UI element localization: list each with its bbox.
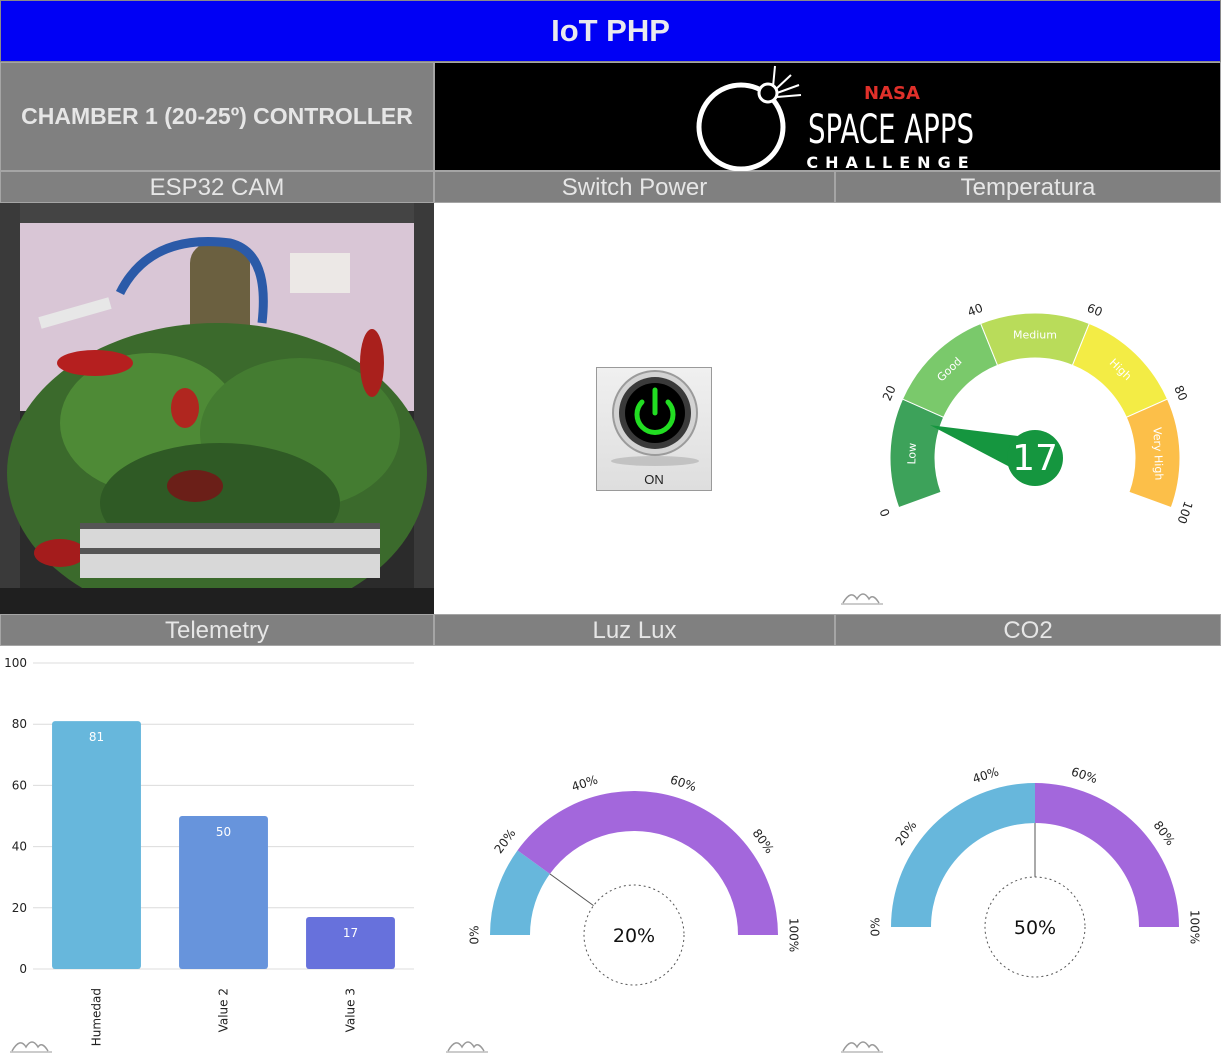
gauge-tick-label: 40 <box>966 301 985 320</box>
x-category-label: Value 2 <box>217 988 231 1032</box>
temperature-panel-header: Temperatura <box>835 171 1221 203</box>
bar-value-label: 17 <box>343 926 358 940</box>
y-tick-label: 0 <box>19 962 27 976</box>
gauge-value-label: 20% <box>613 925 655 947</box>
chart-credits-icon <box>842 1041 880 1052</box>
bar-value-label: 81 <box>89 730 104 744</box>
telemetry-panel: 0 20 40 60 80 100 81 Humedad 50 Value 2 17 Value 3 <box>0 646 434 1054</box>
bar-value-3 <box>306 916 395 969</box>
gauge-tick-label: 80 <box>1171 383 1190 403</box>
power-state-label: ON <box>644 472 664 487</box>
nasa-text: NASA <box>864 83 920 104</box>
gauge-remaining-arc <box>1035 783 1179 927</box>
lux-panel-header: Luz Lux <box>434 614 835 646</box>
y-tick-label: 60 <box>12 778 27 792</box>
gauge-tick-label: 100 <box>1174 499 1195 525</box>
gauge-tick-label: 40% <box>570 773 600 795</box>
gauge-tick-label: 60% <box>668 773 698 795</box>
space-apps-text: SPACE APPS <box>808 107 974 153</box>
gauge-tick-label: 80% <box>1151 818 1178 848</box>
lux-gauge: 0% 20% 40% 60% 80% 100% 20% <box>446 773 801 1053</box>
y-tick-label: 80 <box>12 717 27 731</box>
gauge-band-label: Medium <box>1013 329 1057 342</box>
plant-chamber-image <box>0 203 434 614</box>
gauge-filled-arc <box>891 783 1035 927</box>
gauge-tick-label: 100% <box>787 918 801 952</box>
gauge-tick-label: 60 <box>1085 301 1104 320</box>
logo-graphic: NASA SPACE APPS CHALLENGE <box>696 65 975 172</box>
gauge-tick-label: 0% <box>468 925 482 944</box>
app-title: IoT PHP <box>0 0 1221 62</box>
gauge-band-label: Low <box>905 443 919 465</box>
switch-panel-header: Switch Power <box>434 171 835 203</box>
nasa-space-apps-logo: NASA SPACE APPS CHALLENGE <box>434 62 1221 172</box>
controller-label: CHAMBER 1 (20-25º) CONTROLLER <box>0 62 434 171</box>
x-category-label: Value 3 <box>344 988 358 1032</box>
gauge-tick-label: 20% <box>892 818 919 848</box>
gauge-tick-label: 100% <box>1188 910 1202 944</box>
y-tick-label: 100 <box>4 656 27 670</box>
gauge-tick-label: 0 <box>877 507 893 519</box>
cam-panel-header: ESP32 CAM <box>0 171 434 203</box>
gauge-tick-label: 20 <box>880 383 899 403</box>
telemetry-bar-chart: 0 20 40 60 80 100 81 Humedad 50 Value 2 17 Value 3 <box>4 656 414 1053</box>
gauge-tick-label: 0% <box>869 917 883 936</box>
x-category-label: Humedad <box>90 988 104 1046</box>
chart-credits-icon <box>447 1041 485 1052</box>
gauge-band-label: Very High <box>1150 427 1165 481</box>
bar-value-label: 50 <box>216 825 231 839</box>
telemetry-panel-header: Telemetry <box>0 614 434 646</box>
power-toggle-button[interactable]: ON <box>596 367 712 491</box>
temperature-gauge: LowGoodMediumHighVery High02040 608010017 <box>841 301 1195 605</box>
gauge-tick-label: 80% <box>750 826 777 856</box>
y-tick-label: 40 <box>12 840 27 854</box>
co2-panel-header: CO2 <box>835 614 1221 646</box>
y-tick-label: 20 <box>12 901 27 915</box>
lux-panel: 0% 20% 40% 60% 80% 100% 20% <box>434 646 835 1054</box>
temperature-panel: Low Good Medium High Very High 0 20 40 60 80 100 17 <box>835 203 1221 614</box>
challenge-text: CHALLENGE <box>806 153 975 172</box>
gauge-value-label: 17 <box>1012 438 1058 479</box>
gauge-tick-label: 20% <box>491 826 518 856</box>
chart-credits-icon <box>842 593 880 604</box>
bar-humedad <box>52 721 141 969</box>
co2-gauge: 0% 20% 40% 60% 80% 100% 50% <box>841 765 1202 1053</box>
gauge-remaining-arc <box>517 791 778 935</box>
chart-credits-icon <box>11 1041 49 1052</box>
gauge-tick-label: 60% <box>1069 765 1099 787</box>
co2-panel: 0% 20% 40% 60% 80% 100% 50% <box>835 646 1221 1054</box>
power-icon <box>611 370 699 466</box>
gauge-tick-label: 40% <box>971 765 1001 787</box>
gauge-hand <box>549 873 594 907</box>
gauge-value-label: 50% <box>1014 917 1056 939</box>
esp32-camera-feed <box>0 203 434 614</box>
